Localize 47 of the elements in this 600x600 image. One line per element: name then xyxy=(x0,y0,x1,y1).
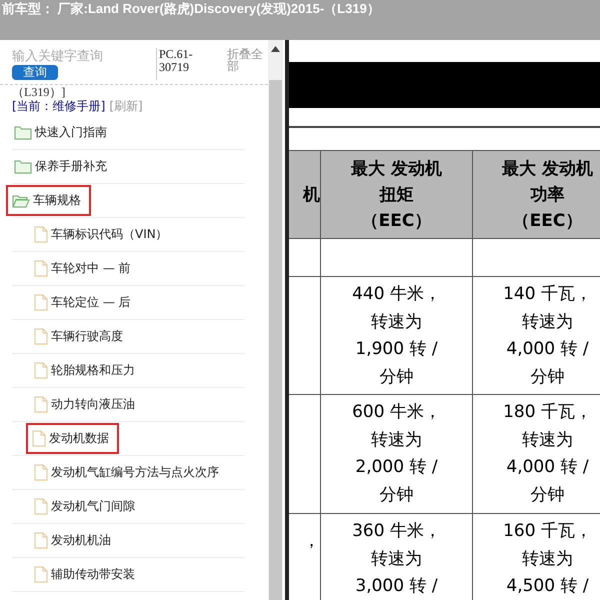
table-header-cell: 最大 发动机扭矩（EEC） xyxy=(321,151,473,239)
table-cell: 360 牛米，转速为3,000 转 / xyxy=(321,514,473,600)
tree-item[interactable]: 动力转向液压油 xyxy=(32,389,145,420)
document-icon xyxy=(34,532,48,549)
folder-icon xyxy=(14,126,32,140)
search-button[interactable]: 查询 xyxy=(12,65,58,80)
folder-icon xyxy=(14,160,32,174)
document-icon xyxy=(34,260,48,277)
tree-item[interactable]: 发动机气缸编号方法与点火次序 xyxy=(32,457,229,488)
tree-item[interactable]: 发动机机油 xyxy=(32,525,121,556)
table-cell: 440 牛米，转速为1,900 转 / 分钟 xyxy=(321,277,473,395)
table-cell: 180 千瓦，转速为4,000 转 / 分钟 xyxy=(473,395,600,514)
table-cell: 600 牛米，转速为2,000 转 / 分钟 xyxy=(321,395,473,514)
path-text: （L319）] xyxy=(11,86,66,98)
tree-item[interactable]: 发动机数据 xyxy=(26,423,119,454)
table-header-cell: 机 xyxy=(289,151,321,239)
document-icon xyxy=(34,396,48,413)
document-icon xyxy=(34,566,48,583)
table-cell: 140 千瓦，转速为4,000 转 / 分钟 xyxy=(473,277,600,395)
tree-item[interactable]: 辅助传动带安装 xyxy=(32,559,145,590)
window-title: 前车型： 厂家:Land Rover(路虎)Discovery(发现)2015-（L319） xyxy=(1,0,380,18)
tree-item[interactable]: 车轮对中 — 前 xyxy=(32,253,141,284)
open-folder-icon xyxy=(12,194,30,208)
tree-item[interactable]: 车辆标识代码（VIN） xyxy=(32,219,178,250)
document-icon xyxy=(34,464,48,481)
up-arrow-icon[interactable] xyxy=(271,46,280,52)
scrollbar[interactable] xyxy=(268,40,283,600)
document-icon xyxy=(34,498,48,515)
document-icon xyxy=(34,294,48,311)
tree-item[interactable]: 发动机气门间隙 xyxy=(32,491,145,522)
part-code: PC.61-30719 xyxy=(156,48,222,80)
current-manual-label: [当前：维修手册] xyxy=(12,98,106,115)
tree-item[interactable]: 保养手册补充 xyxy=(12,151,117,182)
scrollbar-thumb[interactable] xyxy=(269,80,282,600)
table-cell xyxy=(289,239,321,277)
tree-item[interactable]: 车辆行驶高度 xyxy=(32,321,133,352)
tree-item[interactable]: 轮胎规格和压力 xyxy=(32,355,145,386)
document-icon xyxy=(32,430,46,447)
tree-item[interactable]: 快速入门指南 xyxy=(12,117,117,148)
tree-item[interactable]: 车轮定位 — 后 xyxy=(32,287,141,318)
table-cell: ， xyxy=(289,514,321,600)
document-icon xyxy=(34,328,48,345)
table-cell: 160 千瓦，转速为4,500 转 / xyxy=(473,514,600,600)
table-header-cell: 最大 发动机功率（EEC） xyxy=(473,151,600,239)
document-icon xyxy=(34,362,48,379)
tree-item[interactable]: 车辆规格 xyxy=(6,185,91,216)
document-icon xyxy=(34,226,48,243)
